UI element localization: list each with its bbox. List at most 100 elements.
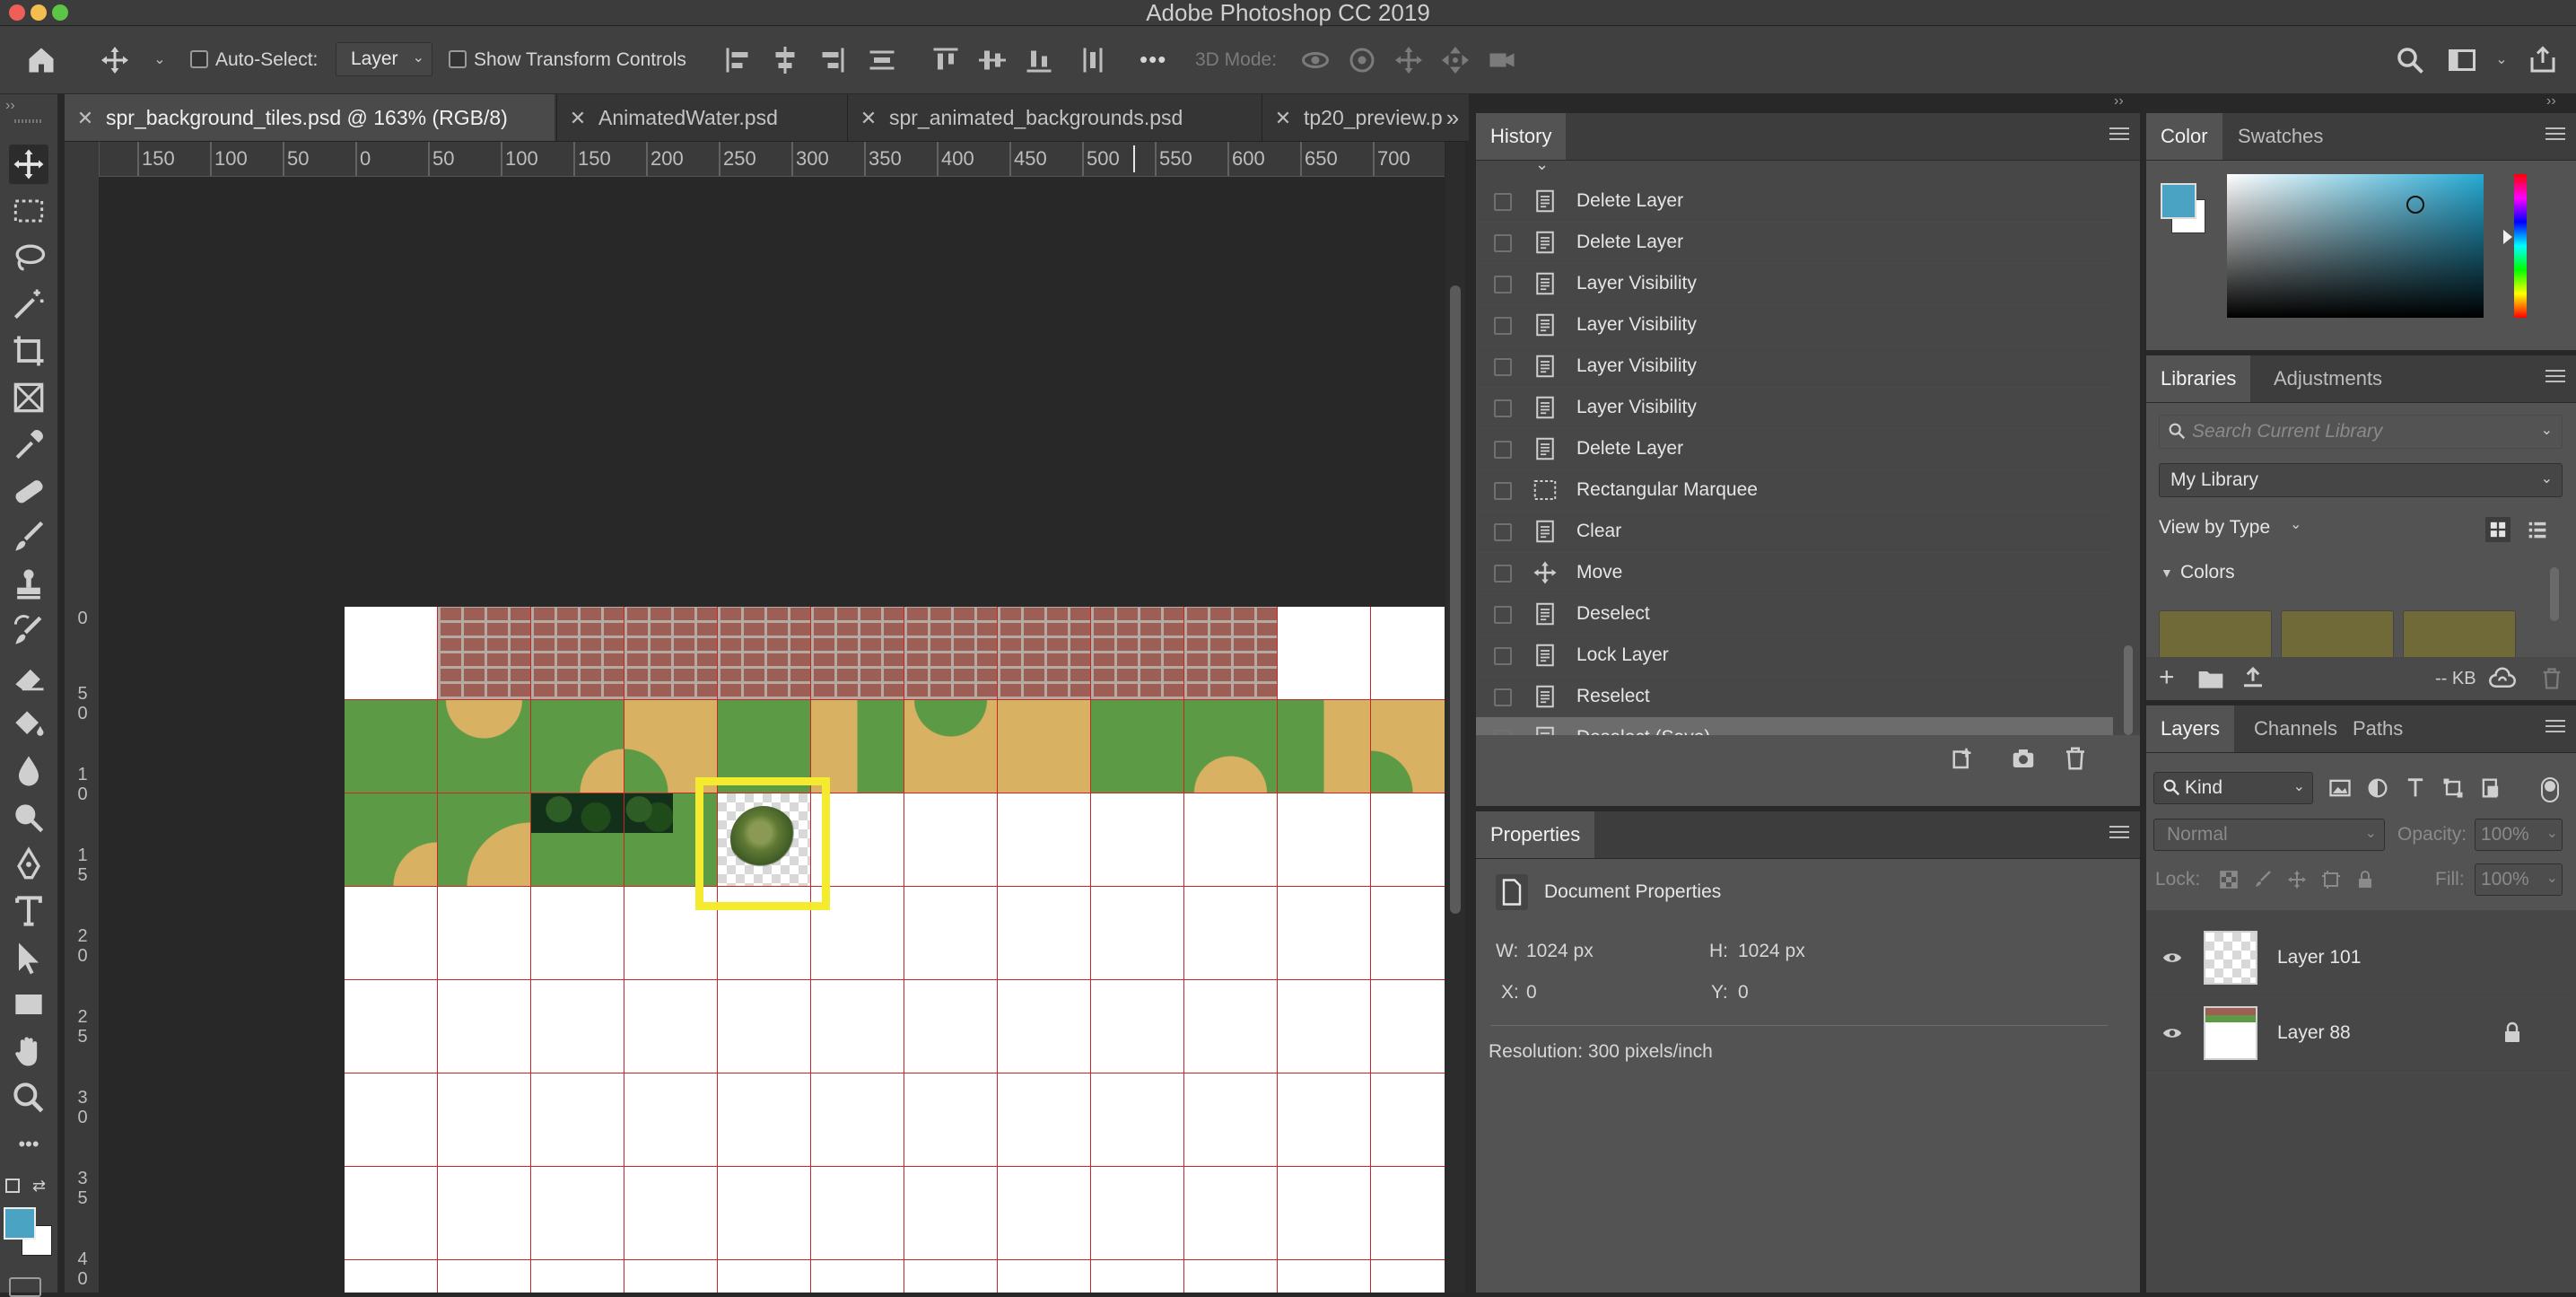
distribute-vertical-icon[interactable]: [1077, 44, 1109, 76]
history-snapshot-checkbox[interactable]: [1494, 565, 1512, 583]
collapse-tools-icon[interactable]: ››: [5, 98, 15, 114]
close-tab-icon[interactable]: ✕: [74, 95, 97, 141]
dodge-tool[interactable]: [9, 798, 48, 837]
move-tool[interactable]: [9, 145, 48, 184]
align-horizontal-centers-icon[interactable]: [769, 44, 801, 76]
close-tab-icon[interactable]: ✕: [857, 95, 880, 141]
brush-tool[interactable]: [9, 518, 48, 557]
history-item[interactable]: Delete Layer: [1476, 180, 2113, 223]
home-icon[interactable]: [25, 44, 57, 76]
history-snapshot-checkbox[interactable]: [1494, 234, 1512, 252]
panel-menu-icon[interactable]: [2109, 127, 2129, 144]
lock-position-icon[interactable]: [2286, 869, 2308, 895]
shape-layer-filter-icon[interactable]: [2441, 776, 2466, 805]
distribute-icon[interactable]: [866, 44, 898, 76]
history-item[interactable]: Rectangular Marquee: [1476, 469, 2113, 512]
history-snapshot-checkbox[interactable]: [1494, 730, 1512, 735]
collapse-panels-icon[interactable]: ››: [2546, 93, 2556, 110]
move-tool-preset-icon[interactable]: [99, 44, 131, 76]
align-right-edges-icon[interactable]: [816, 44, 848, 76]
3d-pan-icon[interactable]: [1393, 44, 1425, 76]
new-document-from-state-icon[interactable]: [1948, 745, 1980, 777]
tools-grip[interactable]: [14, 119, 43, 123]
rectangle-tool[interactable]: [9, 985, 48, 1024]
library-dropdown[interactable]: My Library ⌄: [2159, 463, 2563, 497]
upload-icon[interactable]: [2240, 664, 2266, 696]
chevron-down-icon[interactable]: ⌄: [2290, 515, 2301, 533]
eraser-tool[interactable]: [9, 658, 48, 697]
history-item[interactable]: Deselect: [1476, 593, 2113, 635]
workspace-icon[interactable]: [2446, 44, 2478, 76]
history-item[interactable]: Move: [1476, 552, 2113, 594]
filter-toggle-switch[interactable]: [2541, 777, 2559, 802]
hand-tool[interactable]: [9, 1031, 48, 1071]
align-vertical-centers-icon[interactable]: [976, 44, 1009, 76]
smart-object-filter-icon[interactable]: [2478, 776, 2503, 805]
default-colors-icon[interactable]: [5, 1179, 20, 1193]
3d-slide-icon[interactable]: [1439, 44, 1471, 76]
tab-properties[interactable]: Properties: [1476, 811, 1595, 858]
type-tool[interactable]: [9, 891, 48, 931]
tab-overflow-button[interactable]: »: [1437, 94, 1468, 141]
collapse-triangle-icon[interactable]: ▼: [2161, 565, 2173, 580]
layer-row[interactable]: Layer 101: [2146, 921, 2570, 995]
history-snapshot-checkbox[interactable]: [1494, 606, 1512, 624]
tab-tp20-preview[interactable]: ✕ tp20_preview.p: [1262, 94, 1445, 141]
document-canvas[interactable]: [345, 607, 1445, 1293]
lasso-tool[interactable]: [9, 238, 48, 277]
tab-libraries[interactable]: Libraries: [2146, 355, 2251, 402]
history-list[interactable]: ⌄ Delete Layer Delete Layer Layer Visibili…: [1476, 161, 2118, 735]
auto-select-checkbox[interactable]: [190, 50, 208, 68]
history-snapshot-checkbox[interactable]: [1494, 358, 1512, 376]
clone-stamp-tool[interactable]: [9, 565, 48, 604]
layer-row[interactable]: Layer 88: [2146, 996, 2570, 1071]
crop-tool[interactable]: [9, 331, 48, 371]
swap-colors-icon[interactable]: ⇄: [32, 1177, 46, 1196]
lock-image-pixels-icon[interactable]: [2252, 869, 2274, 895]
history-snapshot-checkbox[interactable]: [1494, 193, 1512, 211]
tab-swatches[interactable]: Swatches: [2223, 113, 2337, 160]
adjustment-layer-filter-icon[interactable]: [2365, 776, 2390, 805]
scrollbar-thumb[interactable]: [1450, 285, 1461, 914]
scrollbar-thumb[interactable]: [2124, 645, 2133, 735]
vertical-ruler[interactable]: 0 5 0 1 0 1 5 2 0 2 5 3 0 3 5 4 0: [65, 142, 100, 1293]
lock-all-icon[interactable]: [2354, 869, 2376, 895]
history-item[interactable]: Clear: [1476, 511, 2113, 553]
blur-tool[interactable]: [9, 751, 48, 791]
tab-layers[interactable]: Layers: [2146, 705, 2235, 752]
horizontal-ruler[interactable]: 150 100 50 0 50 100 150 200 250 300 350 …: [99, 142, 1445, 177]
tab-animated-water[interactable]: ✕ AnimatedWater.psd: [556, 94, 846, 141]
history-item[interactable]: Delete Layer: [1476, 222, 2113, 264]
eyedropper-tool[interactable]: [9, 425, 48, 464]
scrollbar-thumb[interactable]: [2550, 567, 2559, 621]
tab-channels[interactable]: Channels: [2240, 705, 2352, 752]
tab-spr-animated-backgrounds[interactable]: ✕ spr_animated_backgrounds.psd: [847, 94, 1261, 141]
canvas-scrollbar[interactable]: [1445, 142, 1465, 1293]
foreground-color-swatch[interactable]: [2161, 183, 2196, 219]
panel-menu-icon[interactable]: [2545, 720, 2565, 736]
panel-menu-icon[interactable]: [2545, 127, 2565, 144]
eye-icon[interactable]: [2162, 1023, 2182, 1043]
history-brush-tool[interactable]: [9, 611, 48, 651]
camera-icon[interactable]: [2007, 745, 2039, 777]
align-top-edges-icon[interactable]: [930, 44, 962, 76]
frame-tool[interactable]: [9, 378, 48, 417]
panel-menu-icon[interactable]: [2545, 370, 2565, 386]
opacity-input[interactable]: 100% ⌄: [2475, 819, 2563, 851]
path-selection-tool[interactable]: [9, 938, 48, 977]
history-item[interactable]: Deselect (Save): [1476, 717, 2113, 735]
history-snapshot-checkbox[interactable]: [1494, 276, 1512, 294]
more-options-button[interactable]: •••: [1140, 26, 1166, 93]
trash-icon[interactable]: [2059, 745, 2091, 777]
blend-mode-dropdown[interactable]: Normal ⌄: [2153, 819, 2385, 851]
color-picker-handle[interactable]: [2406, 196, 2424, 214]
edit-toolbar-button[interactable]: •••: [9, 1125, 48, 1164]
history-snapshot-checkbox[interactable]: [1494, 523, 1512, 541]
healing-brush-tool[interactable]: [9, 471, 48, 511]
zoom-tool[interactable]: [9, 1078, 48, 1117]
panel-menu-icon[interactable]: [2109, 826, 2129, 842]
folder-icon[interactable]: [2196, 666, 2225, 696]
cloud-sync-icon[interactable]: [2489, 666, 2516, 696]
magic-wand-tool[interactable]: [9, 285, 48, 324]
library-search-input[interactable]: Search Current Library ⌄: [2159, 415, 2563, 449]
